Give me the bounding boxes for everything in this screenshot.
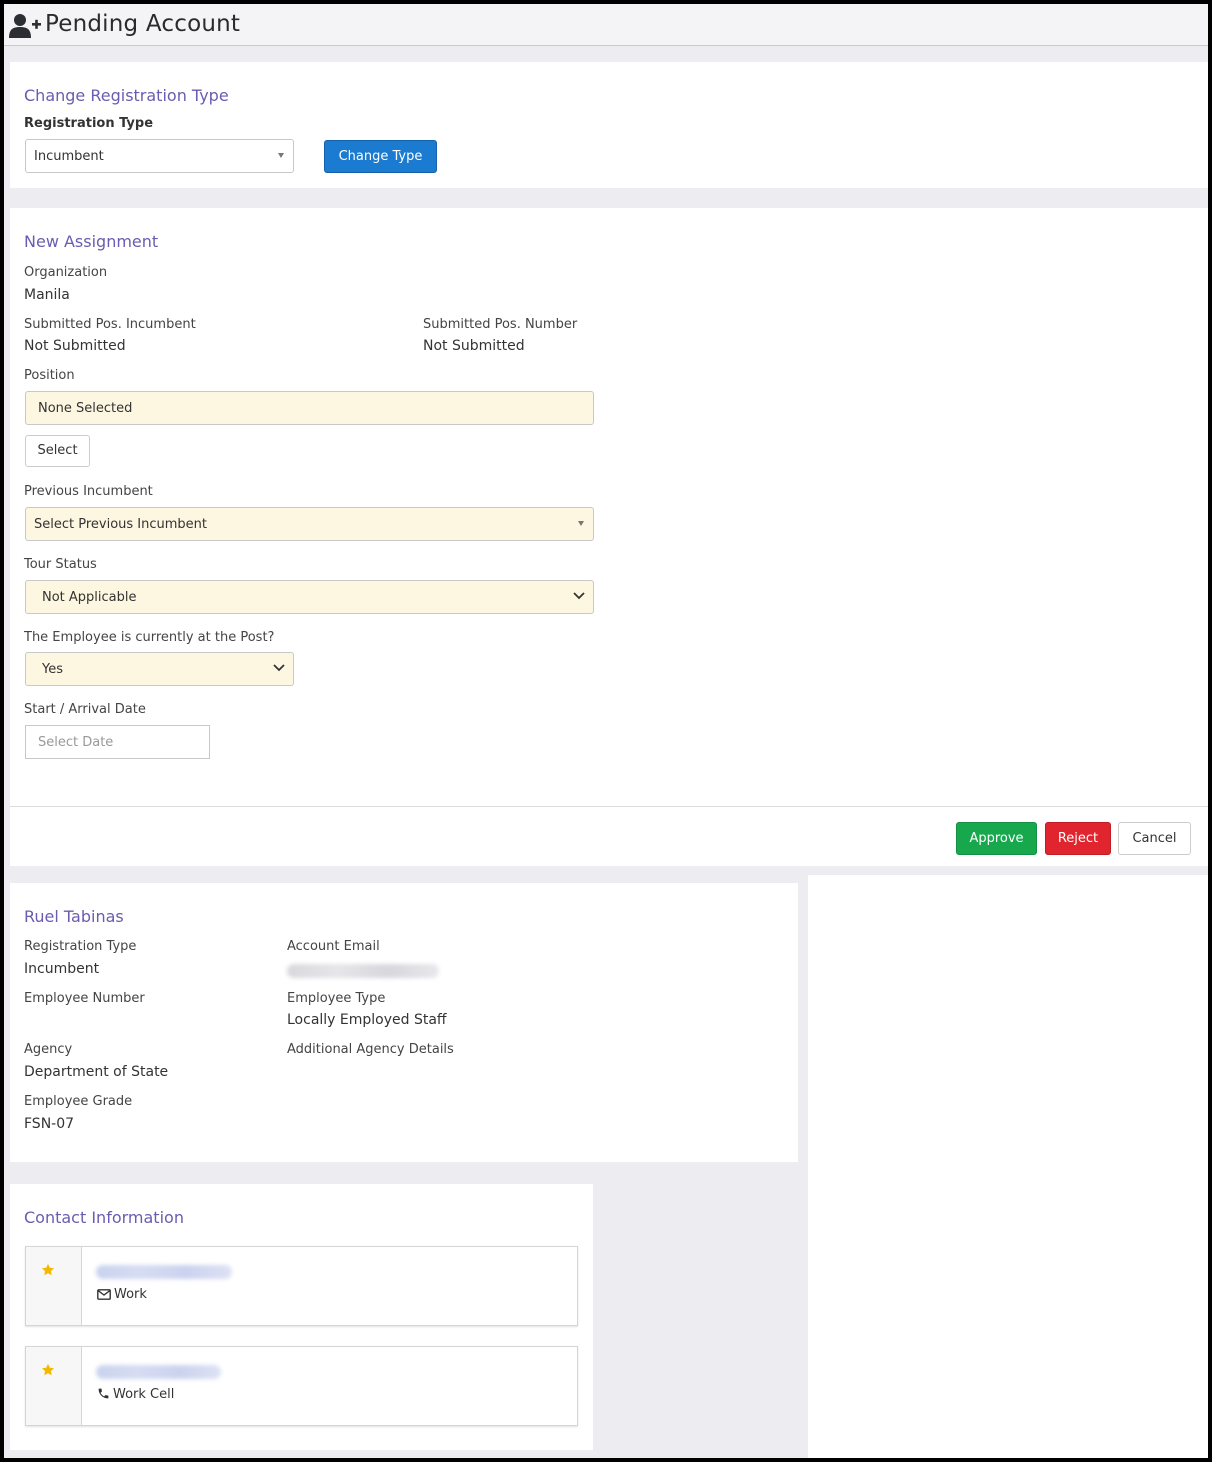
assignment-section-title: New Assignment: [24, 232, 159, 251]
contact-kind: Work: [97, 1287, 147, 1302]
position-field[interactable]: None Selected: [25, 391, 594, 425]
tour-status-value: Not Applicable: [42, 590, 137, 605]
submitted-number-value: Not Submitted: [423, 338, 525, 354]
profile-registration-type-label: Registration Type: [24, 939, 137, 954]
start-date-label: Start / Arrival Date: [24, 702, 146, 717]
position-label: Position: [24, 368, 75, 383]
tour-status-select[interactable]: Not Applicable: [25, 580, 594, 614]
chevron-down-icon: [573, 592, 585, 600]
organization-value: Manila: [24, 287, 70, 303]
registration-section-title: Change Registration Type: [24, 86, 229, 105]
contact-kind: Work Cell: [97, 1387, 174, 1402]
registration-type-select[interactable]: Incumbent: [25, 139, 294, 173]
registration-type-label: Registration Type: [24, 116, 154, 131]
contact-card-side: [26, 1347, 82, 1425]
employee-type-label: Employee Type: [287, 991, 386, 1006]
at-post-select[interactable]: Yes: [25, 652, 294, 686]
previous-incumbent-label: Previous Incumbent: [24, 484, 153, 499]
action-divider: [10, 806, 1208, 807]
star-icon: [41, 1263, 55, 1276]
star-icon: [41, 1363, 55, 1376]
cancel-button[interactable]: Cancel: [1118, 822, 1191, 855]
caret-down-icon: [578, 521, 584, 526]
reject-button[interactable]: Reject: [1045, 822, 1111, 855]
contact-panel: Contact Information Work Work Cell: [10, 1184, 593, 1450]
registration-panel: Change Registration Type Registration Ty…: [10, 62, 1208, 188]
organization-label: Organization: [24, 265, 108, 280]
right-side-panel: [808, 875, 1208, 1458]
submitted-incumbent-value: Not Submitted: [24, 338, 126, 354]
contact-card-side: [26, 1247, 82, 1325]
start-date-placeholder: Select Date: [38, 735, 114, 750]
tour-status-label: Tour Status: [24, 557, 97, 572]
registration-type-value: Incumbent: [34, 149, 104, 164]
contact-kind-label: Work Cell: [113, 1387, 175, 1402]
envelope-icon: [97, 1289, 111, 1300]
start-date-input[interactable]: Select Date: [25, 725, 210, 759]
select-position-button[interactable]: Select: [25, 435, 90, 467]
phone-icon: [98, 1388, 109, 1399]
employee-type-value: Locally Employed Staff: [287, 1012, 447, 1028]
profile-panel: Ruel Tabinas Registration Type Incumbent…: [10, 883, 798, 1162]
profile-name: Ruel Tabinas: [24, 907, 124, 926]
page-frame: Pending Account Change Registration Type…: [4, 4, 1208, 1458]
change-type-button[interactable]: Change Type: [324, 140, 437, 173]
page-title: Pending Account: [45, 11, 241, 37]
contact-section-title: Contact Information: [24, 1208, 184, 1227]
employee-grade-label: Employee Grade: [24, 1094, 133, 1109]
contact-card-phone[interactable]: Work Cell: [25, 1346, 578, 1426]
at-post-label: The Employee is currently at the Post?: [24, 630, 275, 645]
contact-email-redacted: [96, 1265, 232, 1279]
employee-number-label: Employee Number: [24, 991, 145, 1006]
contact-kind-label: Work: [114, 1287, 147, 1302]
contact-phone-redacted: [96, 1365, 221, 1379]
at-post-value: Yes: [42, 662, 63, 677]
submitted-incumbent-label: Submitted Pos. Incumbent: [24, 317, 196, 332]
position-value: None Selected: [38, 401, 133, 416]
agency-value: Department of State: [24, 1064, 169, 1080]
page-header: Pending Account: [4, 4, 1208, 46]
user-plus-icon: [9, 14, 41, 38]
chevron-down-icon: [273, 664, 285, 672]
caret-down-icon: [278, 153, 284, 158]
contact-card-email[interactable]: Work: [25, 1246, 578, 1326]
approve-button[interactable]: Approve: [956, 822, 1037, 855]
employee-grade-value: FSN-07: [24, 1116, 75, 1132]
previous-incumbent-select[interactable]: Select Previous Incumbent: [25, 507, 594, 541]
submitted-number-label: Submitted Pos. Number: [423, 317, 578, 332]
assignment-panel: New Assignment Organization Manila Submi…: [10, 208, 1208, 866]
account-email-label: Account Email: [287, 939, 380, 954]
profile-registration-type-value: Incumbent: [24, 961, 100, 977]
additional-agency-label: Additional Agency Details: [287, 1042, 454, 1057]
previous-incumbent-placeholder: Select Previous Incumbent: [34, 517, 208, 532]
account-email-redacted: [287, 964, 439, 978]
agency-label: Agency: [24, 1042, 73, 1057]
